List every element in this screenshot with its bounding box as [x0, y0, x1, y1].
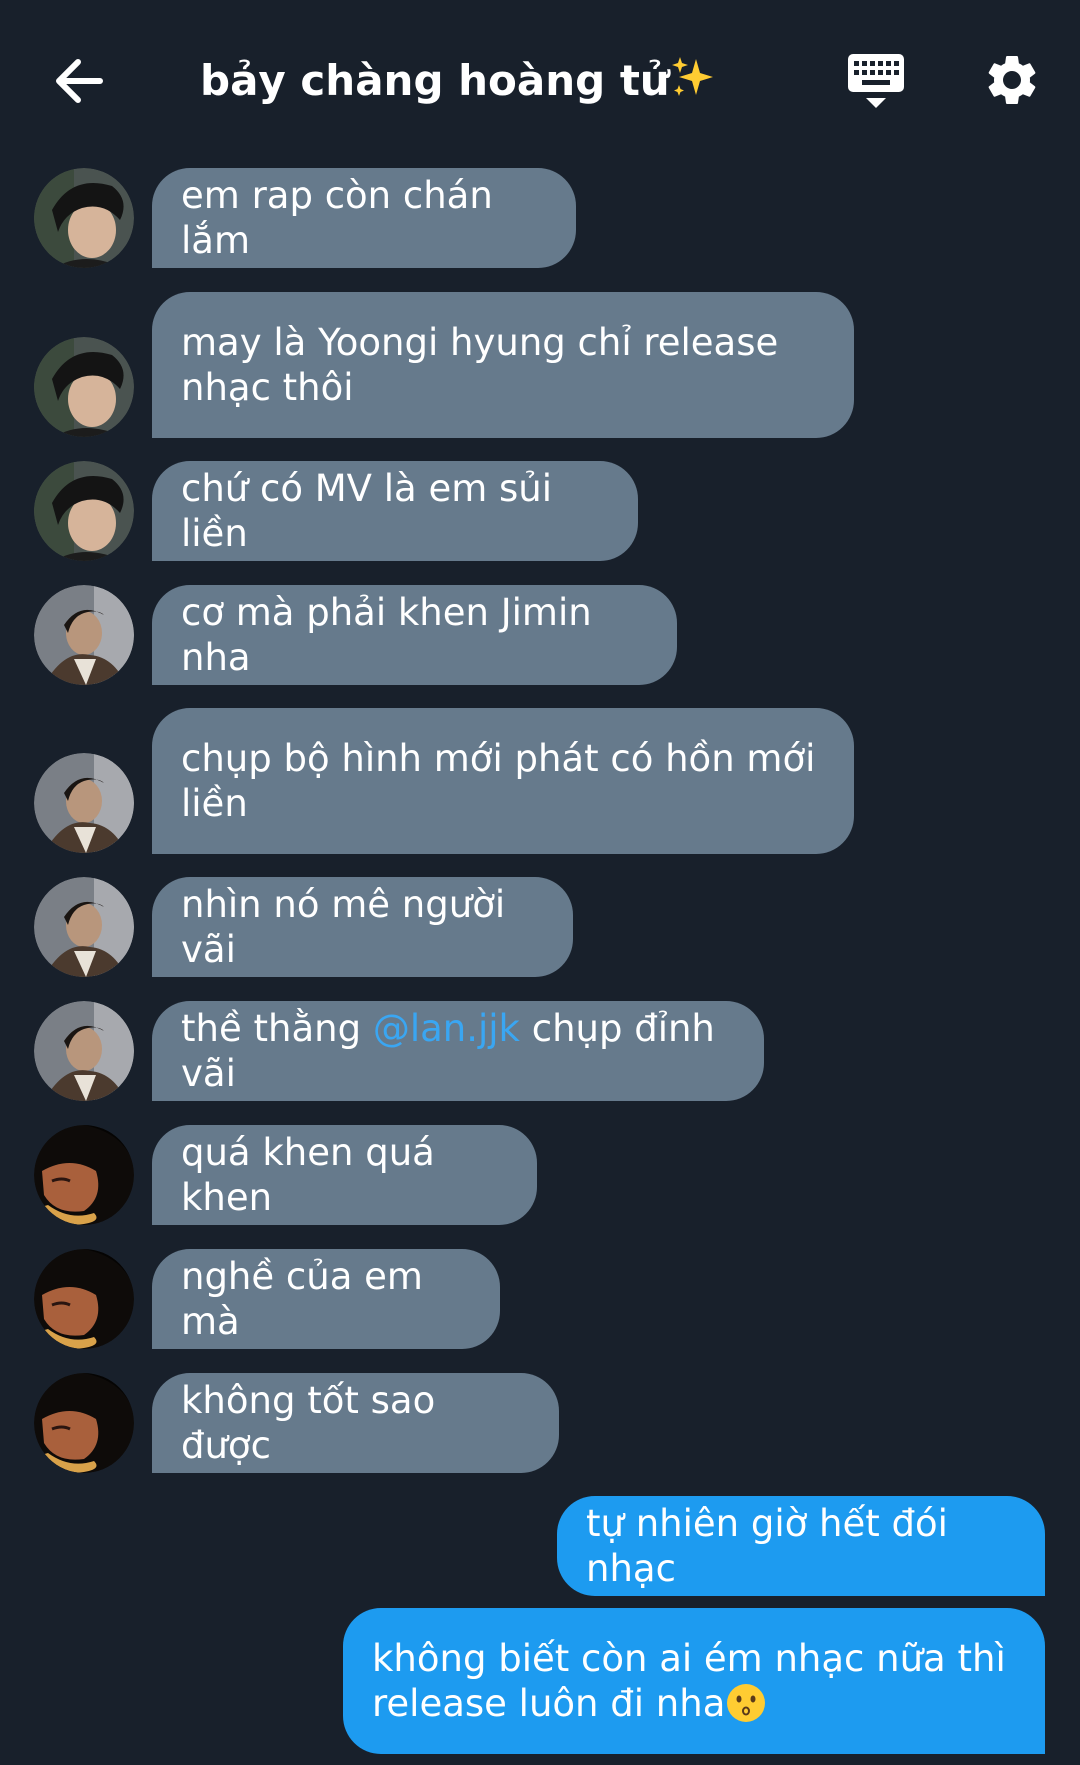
message-text: thề thằng @lan.jjk chụp đỉnh vãi: [181, 1006, 735, 1096]
avatar[interactable]: [34, 1001, 134, 1101]
avatar[interactable]: [34, 461, 134, 561]
chat-title-text: bảy chàng hoàng tử: [200, 56, 670, 105]
message-bubble[interactable]: quá khen quá khen: [152, 1125, 537, 1225]
message-text: cơ mà phải khen Jimin nha: [181, 591, 604, 679]
message-text-part: thề thằng: [181, 1007, 373, 1050]
chat-title: bảy chàng hoàng tử: [200, 50, 716, 112]
message-bubble[interactable]: nhìn nó mê người vãi: [152, 877, 573, 977]
message-text: quá khen quá khen: [181, 1131, 447, 1219]
message-bubble[interactable]: may là Yoongi hyung chỉ release nhạc thô…: [152, 292, 854, 438]
avatar[interactable]: [34, 1373, 134, 1473]
message-bubble[interactable]: chụp bộ hình mới phát có hồn mới liền: [152, 708, 854, 854]
kissing-face-emoji: [727, 1684, 766, 1722]
message-bubble[interactable]: nghề của em mà: [152, 1249, 500, 1349]
gear-icon: [988, 55, 1036, 104]
keyboard-button[interactable]: [846, 52, 906, 112]
avatar[interactable]: [34, 168, 134, 268]
message-text: tự nhiên giờ hết đói nhạc: [586, 1502, 960, 1590]
avatar[interactable]: [34, 337, 134, 437]
message-bubble[interactable]: cơ mà phải khen Jimin nha: [152, 585, 677, 685]
message-text: chụp bộ hình mới phát có hồn mới liền: [181, 737, 816, 825]
back-button[interactable]: [48, 50, 110, 112]
avatar[interactable]: [34, 585, 134, 685]
mention-link[interactable]: @lan.jjk: [373, 1007, 520, 1050]
message-bubble[interactable]: không tốt sao được: [152, 1373, 559, 1473]
message-bubble[interactable]: chứ có MV là em sủi liền: [152, 461, 638, 561]
message-bubble[interactable]: em rap còn chán lắm: [152, 168, 576, 268]
message-text: không biết còn ai ém nhạc nữa thì release…: [372, 1636, 1006, 1726]
settings-button[interactable]: [982, 50, 1042, 110]
message-text: nghề của em mà: [181, 1255, 435, 1343]
chat-screen: bảy chàng hoàng tử em rap còn chán lắm m…: [0, 0, 1080, 1765]
message-bubble[interactable]: thề thằng @lan.jjk chụp đỉnh vãi: [152, 1001, 764, 1101]
message-text-line: không biết còn ai ém nhạc nữa thì: [372, 1637, 1006, 1680]
keyboard-icon: [848, 54, 904, 108]
chat-header: bảy chàng hoàng tử: [0, 0, 1080, 150]
back-arrow-icon: [56, 59, 103, 103]
message-text: không tốt sao được: [181, 1379, 447, 1467]
message-bubble[interactable]: không biết còn ai ém nhạc nữa thì release…: [343, 1608, 1045, 1754]
message-text-line: release luôn đi nha: [372, 1682, 726, 1725]
sparkles-icon: [671, 57, 713, 96]
avatar[interactable]: [34, 753, 134, 853]
avatar[interactable]: [34, 877, 134, 977]
message-text: nhìn nó mê người vãi: [181, 883, 517, 971]
message-text: may là Yoongi hyung chỉ release nhạc thô…: [181, 321, 779, 409]
avatar[interactable]: [34, 1125, 134, 1225]
message-bubble[interactable]: tự nhiên giờ hết đói nhạc: [557, 1496, 1045, 1596]
avatar[interactable]: [34, 1249, 134, 1349]
message-text: em rap còn chán lắm: [181, 174, 505, 262]
message-text: chứ có MV là em sủi liền: [181, 467, 564, 555]
